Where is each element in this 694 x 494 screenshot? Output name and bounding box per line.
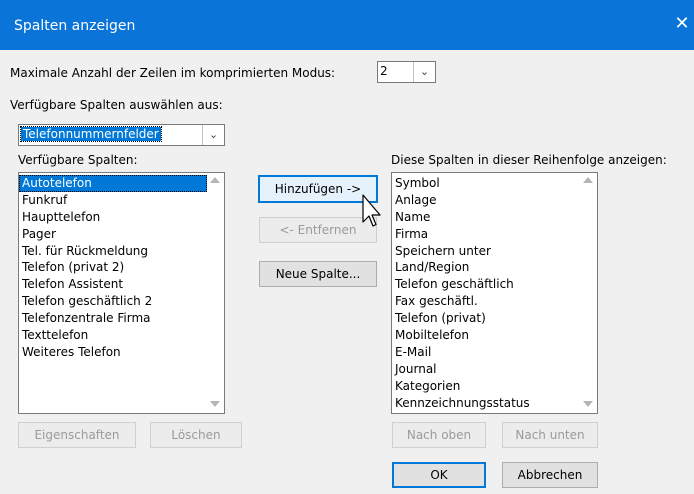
move-up-button[interactable]: Nach oben: [392, 422, 486, 448]
list-item[interactable]: Journal: [392, 361, 580, 378]
shown-columns-label: Diese Spalten in dieser Reihenfolge anze…: [391, 153, 667, 167]
list-item[interactable]: Telefon geschäftlich: [392, 276, 580, 293]
list-item[interactable]: Name: [392, 209, 580, 226]
list-item[interactable]: Autotelefon: [19, 175, 207, 192]
list-item[interactable]: Firma: [392, 226, 580, 243]
remove-button[interactable]: <- Entfernen: [259, 217, 377, 243]
chevron-down-icon[interactable]: ⌄: [413, 62, 435, 82]
source-value: Telefonnummernfelder: [20, 126, 162, 142]
list-item[interactable]: Haupttelefon: [19, 209, 207, 226]
list-item[interactable]: Telefon Assistent: [19, 276, 207, 293]
shown-columns-list[interactable]: Symbol Anlage Name Firma Speichern unter Land…: [391, 172, 598, 414]
move-down-button[interactable]: Nach unten: [502, 422, 598, 448]
scroll-down-icon[interactable]: [210, 401, 220, 407]
scroll-up-icon[interactable]: [583, 177, 593, 183]
max-rows-value: 2: [380, 64, 388, 78]
list-item[interactable]: Anlage: [392, 192, 580, 209]
properties-button[interactable]: Eigenschaften: [18, 422, 136, 448]
scroll-down-icon[interactable]: [583, 401, 593, 407]
max-rows-label: Maximale Anzahl der Zeilen im komprimier…: [10, 66, 336, 80]
title-bar: Spalten anzeigen ✕: [0, 0, 694, 50]
list-item[interactable]: Kategorien: [392, 378, 580, 395]
list-item[interactable]: Telefon (privat): [392, 310, 580, 327]
list-item[interactable]: Funkruf: [19, 192, 207, 209]
list-item[interactable]: Speichern unter: [392, 243, 580, 260]
delete-button[interactable]: Löschen: [150, 422, 242, 448]
vertical-scrollbar[interactable]: [207, 173, 224, 413]
max-rows-dropdown[interactable]: 2 ⌄: [377, 61, 436, 83]
list-item[interactable]: Telefonzentrale Firma: [19, 310, 207, 327]
window-title: Spalten anzeigen: [14, 18, 136, 34]
list-item[interactable]: Texttelefon: [19, 327, 207, 344]
list-item[interactable]: Telefon geschäftlich 2: [19, 293, 207, 310]
chevron-down-icon[interactable]: ⌄: [202, 125, 224, 145]
list-item[interactable]: E-Mail: [392, 344, 580, 361]
add-button[interactable]: Hinzufügen ->: [258, 175, 378, 203]
list-item[interactable]: Telefon (privat 2): [19, 259, 207, 276]
close-icon[interactable]: ✕: [674, 14, 690, 34]
mouse-pointer-icon: [362, 194, 381, 227]
list-item[interactable]: Tel. für Rückmeldung: [19, 243, 207, 260]
cancel-button[interactable]: Abbrechen: [502, 462, 598, 488]
list-item[interactable]: Fax geschäftl.: [392, 293, 580, 310]
list-item[interactable]: Symbol: [392, 175, 580, 192]
scroll-up-icon[interactable]: [210, 177, 220, 183]
source-label: Verfügbare Spalten auswählen aus:: [10, 98, 223, 112]
available-columns-list[interactable]: Autotelefon Funkruf Haupttelefon Pager Tel. …: [18, 172, 225, 414]
vertical-scrollbar[interactable]: [580, 173, 597, 413]
list-item[interactable]: Kennzeichnungsstatus: [392, 395, 580, 412]
available-columns-label: Verfügbare Spalten:: [18, 153, 138, 167]
new-column-button[interactable]: Neue Spalte...: [259, 261, 377, 287]
list-item[interactable]: Weiteres Telefon: [19, 344, 207, 361]
list-item[interactable]: Land/Region: [392, 259, 580, 276]
list-item[interactable]: Pager: [19, 226, 207, 243]
list-item[interactable]: Mobiltelefon: [392, 327, 580, 344]
source-dropdown[interactable]: Telefonnummernfelder ⌄: [18, 124, 225, 146]
ok-button[interactable]: OK: [392, 462, 486, 488]
